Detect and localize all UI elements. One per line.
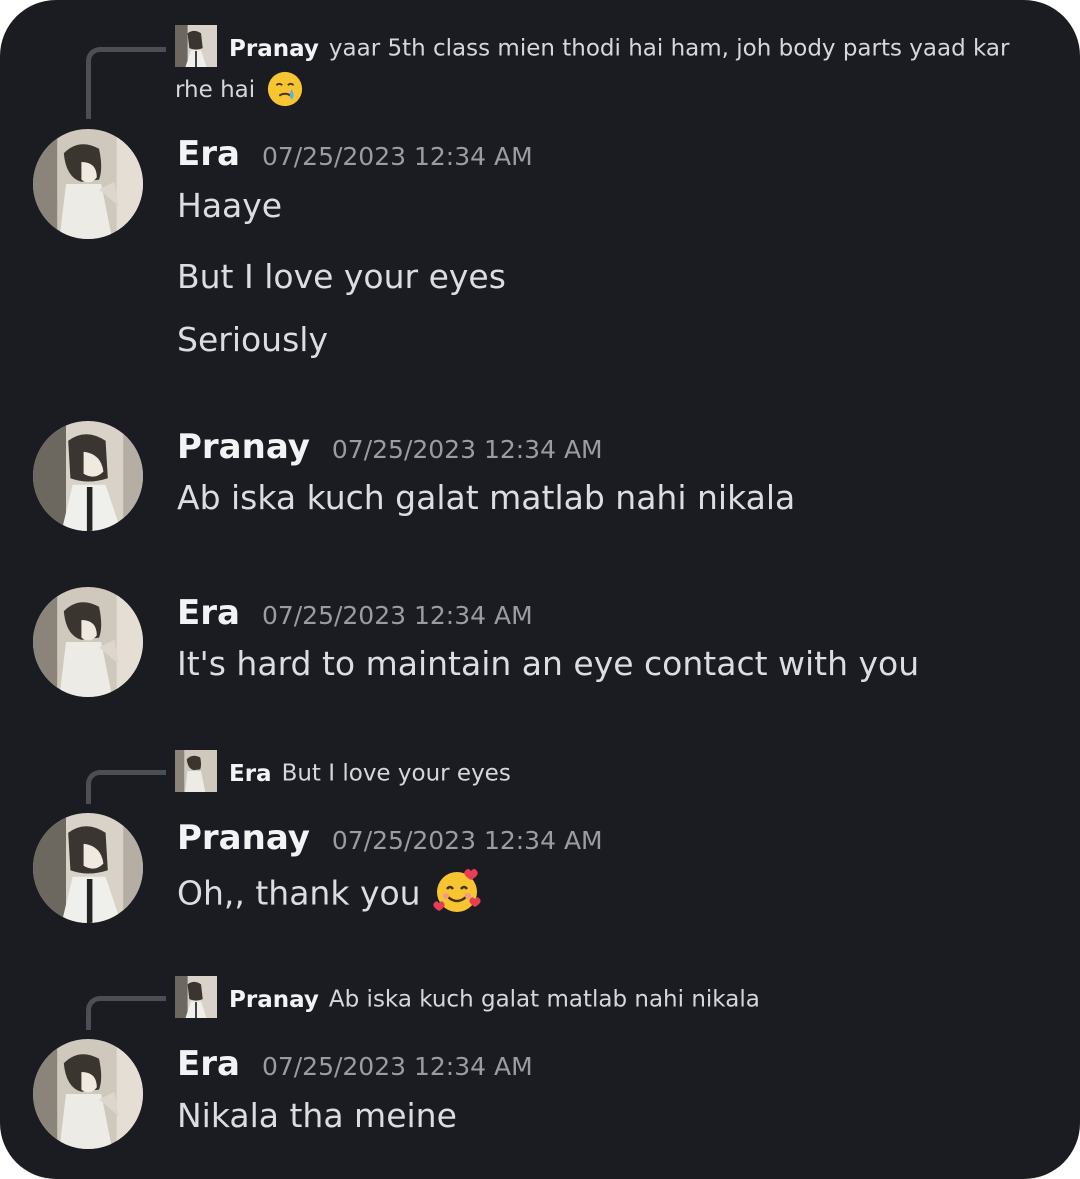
- message-text-content: Oh,, thank you: [177, 873, 421, 913]
- message-header: Era 07/25/2023 12:34 AM: [177, 593, 533, 633]
- chat-window: Pranay yaar 5th class mien thodi hai ham,…: [0, 0, 1080, 1179]
- reply-connector: [86, 47, 166, 119]
- era-mini-avatar: [175, 750, 217, 792]
- era-avatar[interactable]: [33, 587, 143, 697]
- reply-author: Era: [229, 760, 272, 787]
- pranay-avatar[interactable]: [33, 813, 143, 923]
- message-header: Pranay 07/25/2023 12:34 AM: [177, 427, 603, 467]
- reply-connector: [86, 996, 166, 1030]
- author-name[interactable]: Era: [177, 1044, 240, 1084]
- reply-connector: [86, 770, 166, 804]
- pranay-mini-avatar: [175, 976, 217, 1018]
- reply-preview[interactable]: Pranay Ab iska kuch galat matlab nahi nik…: [175, 976, 760, 1021]
- author-name[interactable]: Era: [177, 134, 240, 174]
- author-name[interactable]: Pranay: [177, 818, 310, 858]
- reply-text: But I love your eyes: [281, 760, 511, 787]
- timestamp: 07/25/2023 12:34 AM: [331, 826, 603, 855]
- pranay-mini-avatar: [175, 25, 217, 67]
- timestamp: 07/25/2023 12:34 AM: [261, 1052, 533, 1081]
- message-text[interactable]: Seriously: [177, 320, 328, 359]
- message-text[interactable]: Haaye: [177, 186, 282, 225]
- message-header: Era 07/25/2023 12:34 AM: [177, 134, 533, 174]
- reply-author: Pranay: [229, 35, 319, 62]
- author-name[interactable]: Pranay: [177, 427, 310, 467]
- crying-face-emoji: [266, 70, 304, 108]
- message-text[interactable]: It's hard to maintain an eye contact wit…: [177, 644, 919, 683]
- era-avatar[interactable]: [33, 129, 143, 239]
- timestamp: 07/25/2023 12:34 AM: [261, 601, 533, 630]
- message-header: Pranay 07/25/2023 12:34 AM: [177, 818, 603, 858]
- author-name[interactable]: Era: [177, 593, 240, 633]
- reply-author: Pranay: [229, 986, 319, 1013]
- era-avatar[interactable]: [33, 1039, 143, 1149]
- reply-preview[interactable]: Pranay yaar 5th class mien thodi hai ham,…: [175, 25, 1035, 110]
- message-text[interactable]: Ab iska kuch galat matlab nahi nikala: [177, 478, 795, 517]
- smiling-face-with-hearts-emoji: [431, 865, 483, 917]
- message-header: Era 07/25/2023 12:34 AM: [177, 1044, 533, 1084]
- timestamp: 07/25/2023 12:34 AM: [261, 142, 533, 171]
- reply-text: Ab iska kuch galat matlab nahi nikala: [328, 986, 760, 1013]
- pranay-avatar[interactable]: [33, 421, 143, 531]
- message-text[interactable]: Oh,, thank you: [177, 869, 483, 921]
- timestamp: 07/25/2023 12:34 AM: [331, 435, 603, 464]
- reply-preview[interactable]: Era But I love your eyes: [175, 750, 511, 795]
- message-text[interactable]: But I love your eyes: [177, 257, 506, 296]
- message-text[interactable]: Nikala tha meine: [177, 1096, 457, 1135]
